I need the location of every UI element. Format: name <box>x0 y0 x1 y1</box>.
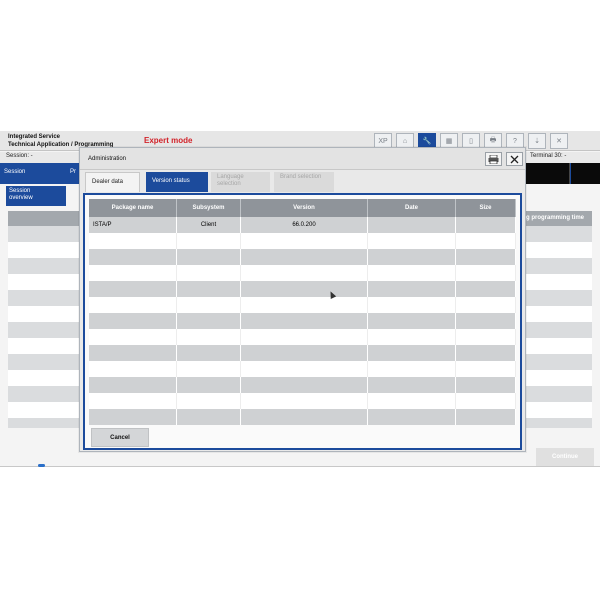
table-row <box>89 265 516 281</box>
size-cell <box>456 217 516 233</box>
table-row <box>89 377 516 393</box>
session-overview-tab[interactable]: Session overview <box>6 186 66 206</box>
continue-button[interactable]: Continue <box>536 448 594 466</box>
session-label: Session: - <box>6 153 33 159</box>
column-header-date[interactable]: Date <box>368 199 456 217</box>
dialog-header: Administration <box>80 148 525 170</box>
table-row <box>89 249 516 265</box>
nav-programming-tab[interactable]: Pr <box>70 169 76 175</box>
version-cell: 66.0.200 <box>241 217 368 233</box>
table-row <box>89 393 516 409</box>
table-row <box>89 329 516 345</box>
tab-label: Dealer data <box>92 179 124 185</box>
tab-language-selection[interactable]: Language selection <box>211 172 270 192</box>
version-table-header: Package name Subsystem Version Date Size <box>89 199 516 217</box>
nav-dark-panel-2 <box>571 163 600 184</box>
table-row <box>89 313 516 329</box>
table-row <box>89 281 516 297</box>
table-row[interactable]: ISTA/P Client 66.0.200 <box>89 217 516 233</box>
table-row <box>89 361 516 377</box>
expert-mode-label: Expert mode <box>144 136 193 145</box>
tab-version-status[interactable]: Version status <box>146 172 208 192</box>
administration-dialog: Administration Dealer data Version statu… <box>79 147 526 452</box>
programming-time-header: g programming time <box>525 215 584 221</box>
date-cell <box>368 217 456 233</box>
session-overview-line2: overview <box>9 195 33 201</box>
tab-dealer-data[interactable]: Dealer data <box>85 172 140 192</box>
subsystem-cell: Client <box>177 217 241 233</box>
package-name-cell: ISTA/P <box>89 217 177 233</box>
tab-label-line2: selection <box>217 181 241 187</box>
column-header-version[interactable]: Version <box>241 199 368 217</box>
nav-session-tab[interactable]: Session <box>4 169 25 175</box>
table-row <box>89 409 516 425</box>
table-row <box>89 297 516 313</box>
column-header-package-name[interactable]: Package name <box>89 199 177 217</box>
terminal-label: Terminal 30: - <box>530 153 567 159</box>
table-row <box>89 345 516 361</box>
dialog-title: Administration <box>88 156 127 162</box>
app-title-line1: Integrated Service <box>8 134 61 140</box>
tab-label-line1: Language <box>217 174 244 180</box>
app-close-icon[interactable]: ✕ <box>550 133 568 149</box>
tab-brand-selection[interactable]: Brand selection <box>274 172 334 192</box>
table-row <box>89 233 516 249</box>
tab-label: Brand selection <box>280 174 322 180</box>
column-header-subsystem[interactable]: Subsystem <box>177 199 241 217</box>
session-overview-line1: Session <box>9 188 31 194</box>
minimize-icon[interactable]: ⇣ <box>528 133 546 149</box>
printer-icon[interactable] <box>485 152 502 166</box>
version-status-panel: Package name Subsystem Version Date Size… <box>83 193 522 450</box>
close-icon[interactable] <box>506 152 523 166</box>
tab-label: Version status <box>152 178 190 184</box>
column-header-size[interactable]: Size <box>456 199 516 217</box>
cancel-button[interactable]: Cancel <box>91 428 149 447</box>
progress-indicator <box>38 464 45 467</box>
nav-dark-panel <box>526 163 570 184</box>
